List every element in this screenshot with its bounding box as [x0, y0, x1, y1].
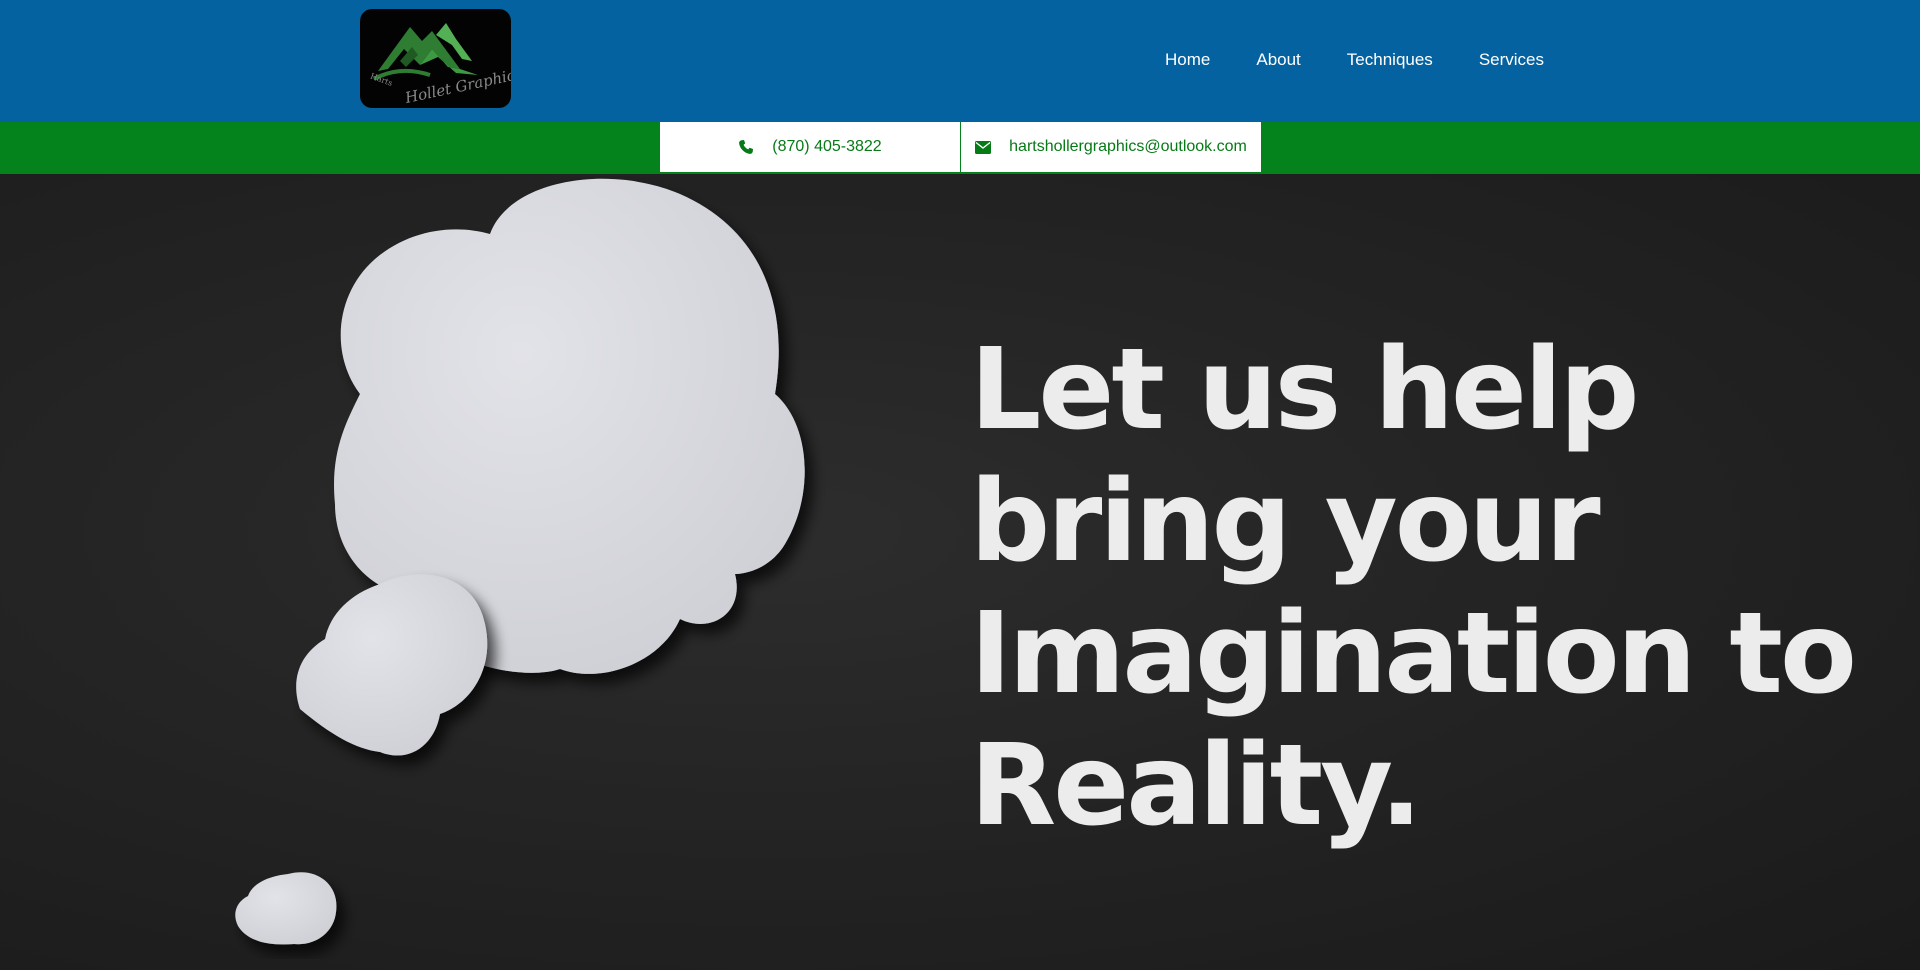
site-header: Hollet Graphics Harts Home About Techniq…: [0, 0, 1920, 122]
small-bubble: [235, 872, 337, 945]
hero-section: Let us help bring your Imagination to Re…: [0, 174, 1920, 970]
main-nav: Home About Techniques Services: [1142, 48, 1544, 72]
page: Hollet Graphics Harts Home About Techniq…: [0, 0, 1920, 970]
nav-services[interactable]: Services: [1456, 48, 1544, 72]
email-link[interactable]: hartshollergraphics@outlook.com: [961, 122, 1261, 172]
medium-bubble: [296, 574, 488, 756]
envelope-icon: [975, 140, 992, 154]
nav-techniques[interactable]: Techniques: [1324, 48, 1456, 72]
thought-bubble-image: [235, 178, 805, 945]
phone-number: (870) 405-3822: [772, 138, 882, 155]
contact-bar: (870) 405-3822 hartshollergraphics@outlo…: [0, 122, 1920, 174]
site-logo[interactable]: Hollet Graphics Harts: [360, 9, 511, 108]
phone-link[interactable]: (870) 405-3822: [660, 122, 960, 172]
nav-home[interactable]: Home: [1142, 48, 1233, 72]
hero-headline: Let us help bring your Imagination to Re…: [970, 325, 1857, 851]
mountain-logo-icon: Hollet Graphics Harts: [369, 23, 511, 107]
phone-icon: [738, 139, 754, 155]
nav-about[interactable]: About: [1233, 48, 1323, 72]
email-address: hartshollergraphics@outlook.com: [1009, 138, 1247, 155]
